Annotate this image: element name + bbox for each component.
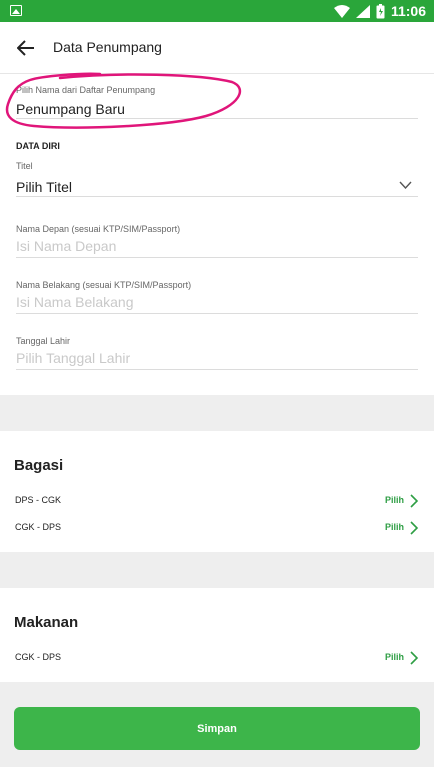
bagasi-title: Bagasi [14,457,64,474]
section-divider [0,395,434,431]
first-name-underline [16,257,418,258]
title-label: Titel [16,161,33,171]
chevron-right-icon [410,651,419,665]
birth-date-label: Tanggal Lahir [16,336,71,346]
last-name-underline [16,313,418,314]
last-name-placeholder: Isi Nama Belakang [16,294,134,310]
birth-date-underline [16,369,418,370]
section-divider [0,552,434,588]
title-value: Pilih Titel [16,179,73,195]
bagasi-route-row[interactable]: CGK - DPS Pilih [0,517,434,541]
data-diri-heading: DATA DIRI [16,141,60,151]
status-bar-right: 11:06 [333,3,426,19]
first-name-field[interactable]: Nama Depan (sesuai KTP/SIM/Passport) Isi… [16,224,418,258]
bagasi-pilih-link[interactable]: Pilih [385,495,404,505]
first-name-placeholder: Isi Nama Depan [16,238,117,254]
bagasi-route-name: CGK - DPS [15,522,62,532]
chevron-right-icon [410,494,419,508]
title-select[interactable]: Titel Pilih Titel [16,161,418,197]
passenger-select-underline [16,118,418,119]
birth-date-field[interactable]: Tanggal Lahir Pilih Tanggal Lahir [16,336,418,370]
makanan-pilih-link[interactable]: Pilih [385,652,404,662]
makanan-route-row[interactable]: CGK - DPS Pilih [0,647,434,671]
passenger-select-field[interactable]: Pilih Nama dari Daftar Penumpang Penumpa… [16,85,418,119]
status-bar: 11:06 [0,0,434,22]
passenger-select-label: Pilih Nama dari Daftar Penumpang [16,85,156,95]
back-button[interactable] [12,34,40,62]
image-notification-icon [10,5,22,16]
chevron-right-icon [410,521,419,535]
status-time: 11:06 [390,3,426,19]
save-button[interactable]: Simpan [14,707,420,750]
passenger-select-value: Penumpang Baru [16,101,125,117]
arrow-left-icon [17,40,34,56]
last-name-field[interactable]: Nama Belakang (sesuai KTP/SIM/Passport) … [16,280,418,314]
makanan-title: Makanan [14,614,79,631]
title-underline [16,196,418,197]
last-name-label: Nama Belakang (sesuai KTP/SIM/Passport) [16,280,192,290]
battery-icon [376,3,385,18]
chevron-down-icon [399,181,412,189]
bagasi-route-name: DPS - CGK [15,495,62,505]
page-title: Data Penumpang [53,39,162,55]
first-name-label: Nama Depan (sesuai KTP/SIM/Passport) [16,224,181,234]
signal-icon [355,4,370,18]
app-bar: Data Penumpang [0,22,434,74]
wifi-icon [333,4,350,18]
birth-date-placeholder: Pilih Tanggal Lahir [16,350,131,366]
bagasi-pilih-link[interactable]: Pilih [385,522,404,532]
makanan-route-name: CGK - DPS [15,652,62,662]
bagasi-route-row[interactable]: DPS - CGK Pilih [0,490,434,514]
